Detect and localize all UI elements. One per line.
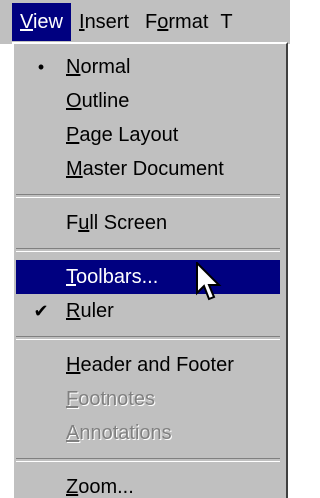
menu-item-zoom[interactable]: Zoom... xyxy=(14,470,286,498)
menu-item-outline-mark xyxy=(24,84,58,118)
menu-item-page-layout-label: age Layout xyxy=(79,124,179,146)
menu-item-normal[interactable]: • Normal xyxy=(14,50,286,84)
menu-item-toolbars[interactable]: Toolbars... xyxy=(16,260,280,294)
menu-item-master-document-mark xyxy=(24,152,58,186)
menu-item-page-layout-mark xyxy=(24,118,58,152)
menu-item-footnotes-label: ootnotes xyxy=(78,388,155,410)
menu-item-zoom-label: oom... xyxy=(78,476,134,498)
menu-insert[interactable]: Insert xyxy=(71,3,137,41)
menu-item-full-screen[interactable]: Full Screen xyxy=(14,206,286,240)
menu-item-annotations-accelerator: A xyxy=(66,422,80,444)
menu-item-outline[interactable]: Outline xyxy=(14,84,286,118)
menu-item-page-layout[interactable]: Page Layout xyxy=(14,118,286,152)
menu-item-master-document-accelerator: M xyxy=(66,158,83,180)
menu-item-header-and-footer-label: eader and Footer xyxy=(80,354,234,376)
menu-item-footnotes-accelerator: F xyxy=(66,388,79,410)
menu-bar: View Insert Format T xyxy=(0,0,290,44)
menu-item-toolbars-accelerator: T xyxy=(66,266,76,288)
menu-insert-label: nsert xyxy=(84,11,130,33)
menu-item-annotations-label: nnotations xyxy=(79,422,172,444)
menu-view[interactable]: View xyxy=(12,3,71,41)
menu-item-header-and-footer-mark xyxy=(24,348,58,382)
menu-item-outline-label: utline xyxy=(81,90,130,112)
arrow-cursor-icon xyxy=(196,262,222,301)
menu-view-label: iew xyxy=(32,11,63,33)
menu-separator xyxy=(16,194,280,198)
menu-item-full-screen-pre: F xyxy=(66,212,79,234)
menu-item-toolbars-label: oolbars... xyxy=(76,266,159,288)
menu-item-page-layout-accelerator: P xyxy=(66,124,80,146)
menu-item-ruler-label: uler xyxy=(80,300,114,322)
menu-item-full-screen-label: ll Screen xyxy=(89,212,168,234)
view-dropdown-menu: • Normal Outline Page Layout Master Docu… xyxy=(12,42,288,498)
menu-next-cut[interactable]: T xyxy=(220,11,232,34)
menu-item-normal-label: ormal xyxy=(80,56,131,78)
menu-view-accelerator: V xyxy=(20,11,33,33)
menu-item-zoom-mark xyxy=(24,470,58,498)
menu-item-header-and-footer[interactable]: Header and Footer xyxy=(14,348,286,382)
menu-item-footnotes-mark xyxy=(24,382,58,416)
menu-item-ruler-accelerator: R xyxy=(66,300,81,322)
menu-item-master-document[interactable]: Master Document xyxy=(14,152,286,186)
menu-item-annotations: Annotations xyxy=(14,416,286,450)
menu-item-footnotes: Footnotes xyxy=(14,382,286,416)
menu-item-ruler[interactable]: ✔ Ruler xyxy=(14,294,286,328)
menu-item-toolbars-mark xyxy=(26,260,60,294)
menu-item-full-screen-accelerator: u xyxy=(78,212,90,234)
menu-item-zoom-accelerator: Z xyxy=(66,476,79,498)
screen: View Insert Format T • Normal Outline Pa… xyxy=(0,0,290,498)
menu-item-header-and-footer-accelerator: H xyxy=(66,354,81,376)
menu-format-label: rmat xyxy=(168,11,209,33)
menu-separator xyxy=(16,336,280,340)
menu-item-outline-accelerator: O xyxy=(66,90,82,112)
radio-bullet-icon: • xyxy=(37,57,45,77)
menu-format-accelerator: o xyxy=(157,11,169,33)
menu-separator xyxy=(16,458,280,462)
menu-item-annotations-mark xyxy=(24,416,58,450)
menu-item-normal-accelerator: N xyxy=(66,56,81,78)
menu-separator xyxy=(16,248,280,252)
menu-item-master-document-label: aster Document xyxy=(82,158,224,180)
menu-format-label-pre: F xyxy=(145,11,158,33)
checkmark-icon: ✔ xyxy=(33,301,49,321)
menu-format[interactable]: Format xyxy=(137,3,216,41)
menu-item-full-screen-mark xyxy=(24,206,58,240)
